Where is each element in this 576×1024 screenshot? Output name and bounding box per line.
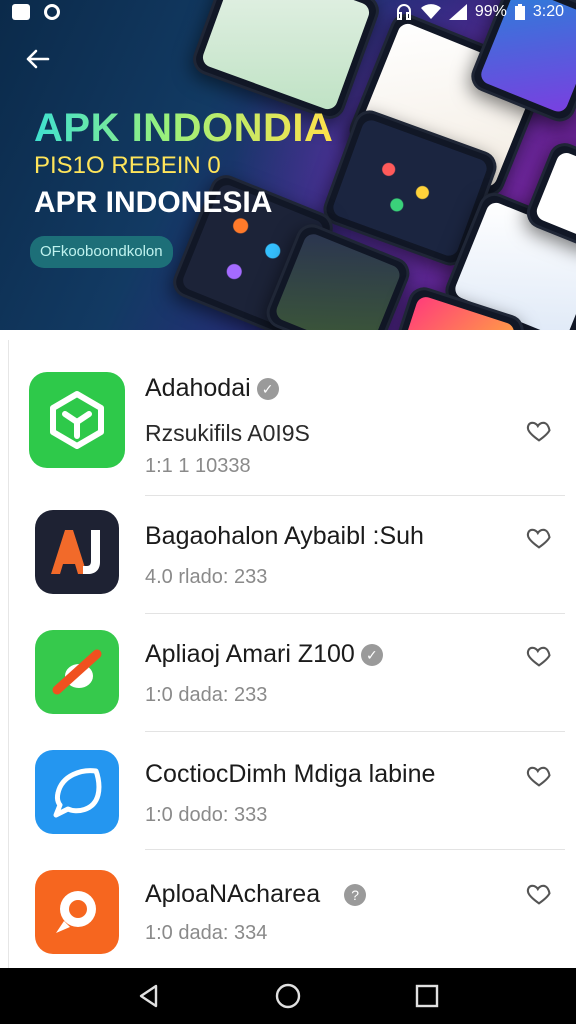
headset-icon (396, 4, 411, 20)
battery-icon (514, 4, 525, 20)
app-list: Adahodai ✓ Rzsukifils A0I9S 1:1 1 10338 B… (8, 340, 576, 968)
app-meta: 1:1 1 10338 (145, 455, 251, 477)
heart-icon[interactable] (525, 880, 553, 908)
app-name: AploaNAcharea (145, 880, 321, 908)
square-recents-icon (415, 984, 438, 1008)
hero-title: APK INDONDIA (34, 106, 334, 150)
battery-percent: 99% (474, 3, 507, 20)
verified-icon: ? (344, 884, 367, 907)
hero-banner: APK INDONDIA PIS1O REBEIN 0 APR INDONESI… (0, 0, 576, 330)
chat-bubble-icon (35, 750, 119, 834)
list-item[interactable]: AploaNAcharea? 1:0 dada: 334 (9, 850, 576, 968)
heart-icon[interactable] (525, 524, 553, 552)
circle-app-icon (44, 4, 60, 20)
navigation-bar (0, 968, 576, 1024)
app-meta: 1:0 dodo: 333 (145, 804, 268, 826)
list-item[interactable]: Bagaohalon Aybaibl :Suh 4.0 rlado: 233 (9, 496, 576, 614)
no-phone-icon (35, 630, 119, 714)
list-item[interactable]: Apliaoj Amari Z100 ✓ 1:0 dada: 233 (9, 614, 576, 732)
app-name: Bagaohalon Aybaibl :Suh (145, 522, 424, 550)
back-button[interactable] (24, 46, 58, 76)
verified-icon: ✓ (256, 378, 279, 401)
nav-recents-button[interactable] (407, 976, 447, 1016)
hero-heading: APR INDONESIA (34, 186, 273, 219)
app-meta: 1:0 dada: 233 (145, 684, 268, 706)
heart-icon[interactable] (525, 762, 553, 790)
notification-icon (12, 4, 30, 20)
list-item[interactable]: Adahodai ✓ Rzsukifils A0I9S 1:1 1 10338 (9, 340, 576, 496)
triangle-back-icon (140, 984, 158, 1008)
arrow-left-icon (26, 49, 50, 69)
verified-icon: ✓ (360, 644, 383, 667)
hero-chip-button[interactable]: OFkooboondkolon (30, 236, 173, 268)
app-meta: 1:0 dada: 334 (145, 922, 268, 944)
app-meta: 4.0 rlado: 233 (145, 566, 268, 588)
nav-back-button[interactable] (129, 976, 169, 1016)
heart-icon[interactable] (525, 642, 553, 670)
app-subtitle: Rzsukifils A0I9S (145, 420, 310, 446)
list-item[interactable]: CoctiocDimh Mdiga labine 1:0 dodo: 333 (9, 732, 576, 850)
wifi-icon (420, 4, 441, 19)
circle-home-icon (275, 983, 301, 1009)
heart-icon[interactable] (525, 417, 553, 445)
app-name: Apliaoj Amari Z100 (145, 640, 355, 668)
app-name: Adahodai (145, 374, 251, 402)
clock: 3:20 (532, 3, 564, 20)
aj-letter-icon (35, 510, 119, 594)
orange-bubble-icon (35, 870, 119, 954)
status-bar: 99% 3:20 (0, 0, 576, 24)
signal-icon (448, 4, 467, 20)
hero-subtitle: PIS1O REBEIN 0 (34, 152, 221, 179)
nav-home-button[interactable] (268, 976, 308, 1016)
app-name: CoctiocDimh Mdiga labine (145, 760, 436, 788)
green-cube-icon (29, 372, 125, 468)
